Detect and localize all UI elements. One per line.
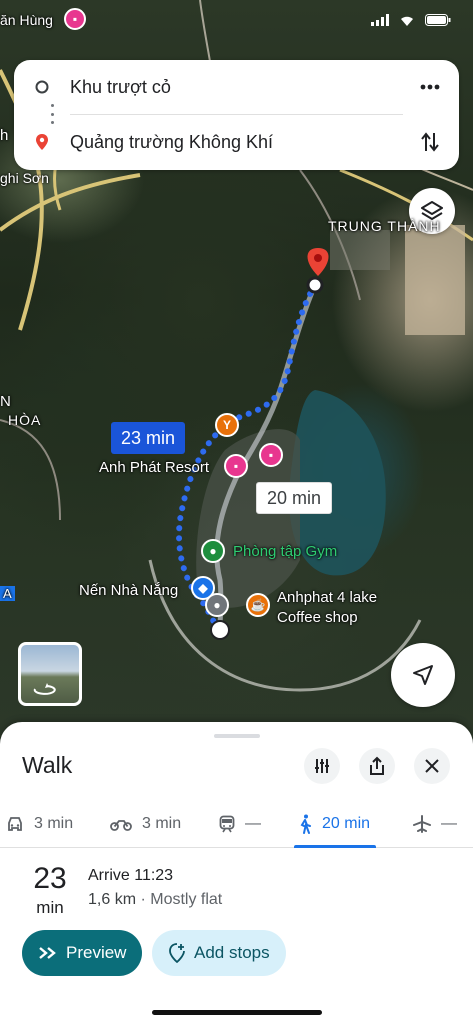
walk-icon <box>300 814 311 834</box>
destination-field[interactable]: Quảng trường Không Khí <box>70 132 459 153</box>
wifi-icon <box>401 16 413 26</box>
route-card-divider <box>70 114 403 115</box>
hotel-poi-icon[interactable]: ▪ <box>224 454 248 478</box>
tab-flight-label: — <box>441 815 457 832</box>
add-stops-button[interactable]: Add stops <box>152 930 286 976</box>
location-pin-icon <box>36 134 48 150</box>
tab-flight[interactable]: — <box>413 800 457 848</box>
map-label-hoa: HÒA <box>8 412 42 428</box>
directions-sheet: Walk 3 min 3 min — 20 min — 23 min Arriv… <box>0 722 473 1024</box>
map-label-coffee-shop-line2[interactable]: Coffee shop <box>277 609 358 626</box>
map-label-n: N <box>0 393 11 410</box>
map-label-nen-nha-nang[interactable]: Nến Nhà Nắng <box>79 582 178 599</box>
more-horizontal-icon <box>420 84 440 90</box>
place-poi-icon[interactable]: ● <box>205 593 229 617</box>
navigation-arrow-icon <box>413 665 433 685</box>
map-label-h: h <box>0 127 9 144</box>
motorbike-icon <box>110 820 132 831</box>
sheet-drag-handle[interactable] <box>214 734 260 738</box>
trip-duration: 23 min <box>22 862 78 918</box>
swap-route-button[interactable] <box>415 127 445 157</box>
tab-motorbike-label: 3 min <box>142 815 182 832</box>
map-label-coffee-shop-line1[interactable]: Anhphat 4 lake <box>277 589 377 606</box>
preview-button[interactable]: Preview <box>22 930 143 976</box>
add-stops-button-label: Add stops <box>194 943 270 962</box>
preview-button-label: Preview <box>66 943 127 962</box>
trip-meta: 1,6 km · Mostly flat <box>88 891 222 909</box>
close-icon <box>425 759 439 773</box>
street-view-thumbnail[interactable] <box>18 642 82 706</box>
active-tab-indicator <box>294 845 376 848</box>
double-chevron-right-icon <box>39 947 56 959</box>
map-view[interactable]: ăn Hùng ▪ Khu trượt cỏ Quảng trường Khôn… <box>0 0 473 740</box>
share-button[interactable] <box>359 748 395 784</box>
plane-icon <box>413 815 431 833</box>
map-label-anh-phat-resort[interactable]: Anh Phát Resort <box>99 459 209 476</box>
tab-motorbike[interactable]: 3 min <box>110 800 181 848</box>
tab-walk-label: 20 min <box>322 815 371 832</box>
tune-icon <box>315 759 329 773</box>
trip-distance: 1,6 km <box>88 891 137 908</box>
tab-transit-label: — <box>245 815 261 832</box>
route-card: Khu trượt cỏ Quảng trường Không Khí <box>14 60 459 170</box>
hotel-poi-icon[interactable]: ▪ <box>64 8 86 30</box>
tab-drive-label: 3 min <box>34 815 74 832</box>
tab-walk[interactable]: 20 min <box>298 800 370 848</box>
map-label-a: A <box>0 586 15 601</box>
destination-row[interactable]: Quảng trường Không Khí <box>14 122 459 162</box>
street-view-rotate-icon <box>33 683 56 695</box>
hotel-poi-icon[interactable]: ▪ <box>259 443 283 467</box>
home-indicator <box>152 1010 322 1015</box>
route-options-button[interactable] <box>304 748 340 784</box>
origin-field[interactable]: Khu trượt cỏ <box>70 77 459 98</box>
origin-row[interactable]: Khu trượt cỏ <box>14 67 459 107</box>
bar-poi-icon[interactable]: Y <box>215 413 239 437</box>
system-icons <box>371 14 451 26</box>
selected-route-duration-badge[interactable]: 23 min <box>111 422 186 454</box>
more-options-button[interactable] <box>415 72 445 102</box>
car-icon <box>8 817 22 831</box>
map-label-an-hung: ăn Hùng <box>0 12 53 28</box>
map-label-gym[interactable]: Phòng tập Gym <box>233 543 337 560</box>
route-connector-dots <box>50 104 54 124</box>
destination-pin-icon <box>306 248 329 294</box>
tab-transit[interactable]: — <box>219 800 261 848</box>
swap-vertical-icon <box>421 132 439 152</box>
alt-route-duration-badge[interactable]: 20 min <box>256 482 333 514</box>
origin-circle-icon <box>35 80 49 94</box>
close-button[interactable] <box>414 748 450 784</box>
travel-mode-tabs: 3 min 3 min — 20 min — <box>0 800 473 848</box>
arrival-time: Arrive 11:23 <box>88 867 174 884</box>
gym-poi-icon[interactable]: ● <box>201 539 225 563</box>
map-label-nghi-son: ghi Sơn <box>0 170 49 186</box>
signal-icon <box>371 14 389 26</box>
map-label-trung-thanh: TRUNG THÀNH <box>328 218 441 234</box>
status-bar: ăn Hùng ▪ <box>0 0 473 44</box>
sheet-title: Walk <box>22 752 73 778</box>
transit-icon <box>219 815 235 833</box>
add-location-icon <box>169 943 185 963</box>
cafe-poi-icon[interactable]: ☕ <box>246 593 270 617</box>
trip-duration-unit: min <box>36 898 64 917</box>
battery-icon <box>425 14 451 26</box>
trip-duration-number: 23 <box>33 862 67 895</box>
share-icon <box>370 756 384 775</box>
trip-terrain: · Mostly flat <box>136 891 223 908</box>
my-location-button[interactable] <box>391 643 455 707</box>
tab-drive[interactable]: 3 min <box>6 800 73 848</box>
